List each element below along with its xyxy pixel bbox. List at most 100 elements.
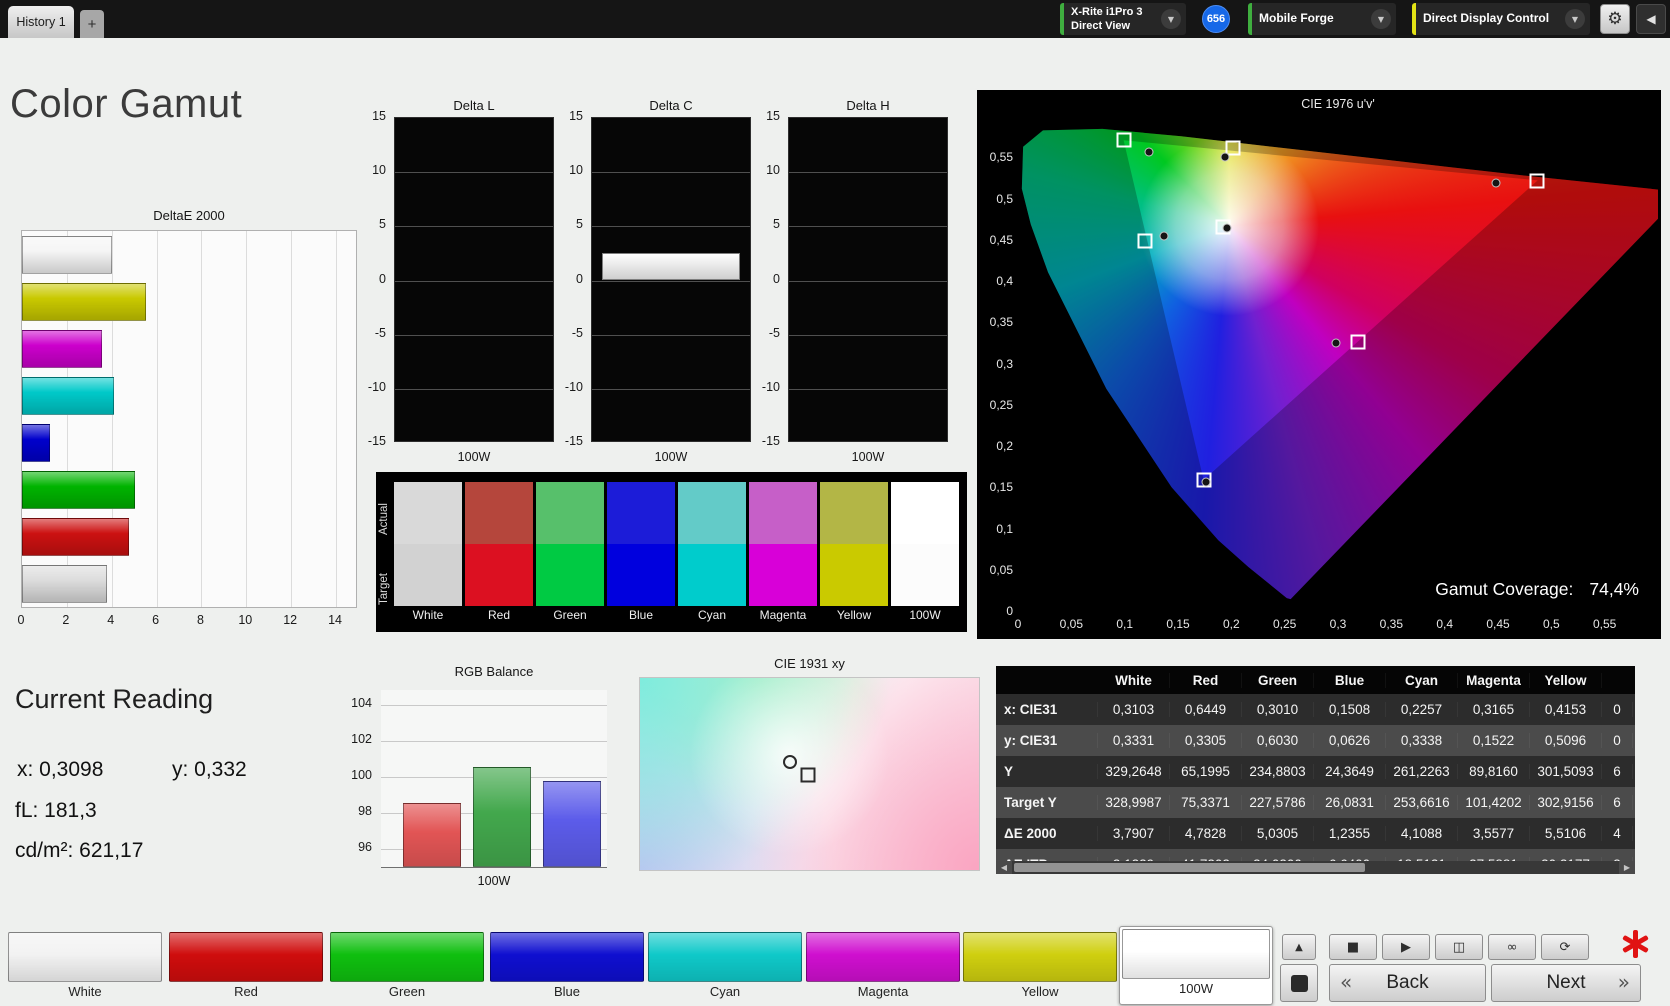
axis-tick-label: 0,55 <box>977 150 1013 164</box>
swatch-target <box>465 544 533 606</box>
swatch-target <box>394 544 462 606</box>
table-row: x: CIE310,31030,64490,30100,15080,22570,… <box>996 694 1635 725</box>
back-button[interactable]: « Back <box>1329 964 1486 1002</box>
transport-refresh-button[interactable]: ⟳ <box>1541 934 1589 960</box>
table-cell: 4,7828 <box>1170 826 1242 841</box>
delta-bar <box>602 253 740 280</box>
table-cell: 0,1522 <box>1458 733 1530 748</box>
axis-tick-label: 10 <box>746 163 780 177</box>
patch-label: Magenta <box>806 982 960 1002</box>
table-cell: 0,3305 <box>1170 733 1242 748</box>
swatch-label: White <box>394 606 462 624</box>
cie1976-plot-area <box>1018 117 1658 612</box>
swatch-column-red: Red <box>465 482 533 624</box>
transport-infinity-button[interactable]: ∞ <box>1488 934 1536 960</box>
scroll-left-icon[interactable]: ◀ <box>996 861 1012 874</box>
app-window: History 1 + X-Rite i1Pro 3 Direct View ▼… <box>0 0 1670 1006</box>
axis-tick-label: 0,05 <box>1051 617 1091 631</box>
patch-label: Red <box>169 982 323 1002</box>
scrollbar-thumb[interactable] <box>1014 863 1365 872</box>
patch-swatch <box>169 932 323 982</box>
gridline <box>395 335 553 336</box>
swatch-target <box>607 544 675 606</box>
table-row-label: Target Y <box>996 795 1098 810</box>
delta-h-x-label: 100W <box>788 450 948 464</box>
patch-label: Cyan <box>648 982 802 1002</box>
play-icon: ▶ <box>1401 940 1411 955</box>
tab-history[interactable]: History 1 <box>8 6 74 38</box>
axis-tick-label: 0 <box>6 613 36 627</box>
refresh-icon: ⟳ <box>1560 940 1571 955</box>
cie-target-green <box>1116 133 1131 148</box>
scroll-up-button[interactable]: ▲ <box>1282 934 1316 960</box>
patch-button-red[interactable]: Red <box>169 932 323 1004</box>
table-cell: 0 <box>1602 733 1633 748</box>
patch-button-yellow[interactable]: Yellow <box>963 932 1117 1004</box>
table-row: ΔE 20003,79074,78285,03051,23554,10883,5… <box>996 818 1635 849</box>
axis-tick-label: -5 <box>352 326 386 340</box>
table-cell: 24,3649 <box>1314 764 1386 779</box>
meter-dropdown[interactable]: X-Rite i1Pro 3 Direct View ▼ <box>1060 3 1186 35</box>
axis-tick-label: 0,2 <box>977 439 1013 453</box>
meter-count-badge[interactable]: 656 <box>1202 5 1230 33</box>
next-button[interactable]: Next » <box>1491 964 1641 1002</box>
axis-tick-label: 4 <box>96 613 126 627</box>
swatch-column-yellow: Yellow <box>820 482 888 624</box>
transport-stop-button[interactable]: ■ <box>1329 934 1377 960</box>
display-control-dropdown[interactable]: Direct Display Control ▼ <box>1412 3 1590 35</box>
table-cell: 0,4153 <box>1530 702 1602 717</box>
table-cell: 5,0305 <box>1242 826 1314 841</box>
deltae-bar-green <box>22 471 135 509</box>
transport-play-button[interactable]: ▶ <box>1382 934 1430 960</box>
cie-target-magenta <box>1351 335 1366 350</box>
rgb-bar-green <box>473 767 531 867</box>
gear-icon: ⚙ <box>1607 9 1622 29</box>
add-tab-button[interactable]: + <box>80 10 104 38</box>
meter-dropdown-label: X-Rite i1Pro 3 Direct View <box>1064 5 1161 34</box>
swatch-label: Red <box>465 606 533 624</box>
patch-button-100w[interactable]: 100W <box>1119 926 1273 1005</box>
cie-measured-red <box>1491 179 1500 188</box>
patch-swatch <box>963 932 1117 982</box>
axis-tick-label: 0,25 <box>977 398 1013 412</box>
display-control-label: Direct Display Control <box>1416 11 1565 27</box>
source-dropdown[interactable]: Mobile Forge ▼ <box>1248 3 1396 35</box>
axis-tick-label: -10 <box>746 380 780 394</box>
swatch-label: Magenta <box>749 606 817 624</box>
pattern-window-button[interactable] <box>1280 964 1318 1002</box>
cie1931-chart <box>639 677 980 871</box>
table-horizontal-scrollbar[interactable]: ◀ ▶ <box>996 861 1635 874</box>
patch-button-blue[interactable]: Blue <box>490 932 644 1004</box>
cie1931-measured-marker <box>783 755 797 769</box>
patch-button-white[interactable]: White <box>8 932 162 1004</box>
axis-tick-label: 0,5 <box>1531 617 1571 631</box>
table-cell: 329,2648 <box>1098 764 1170 779</box>
rgb-balance-y-axis: 1041021009896 <box>332 690 374 868</box>
transport-window-button[interactable]: ◫ <box>1435 934 1483 960</box>
collapse-panel-button[interactable]: ◀ <box>1636 4 1666 34</box>
delta-l-x-label: 100W <box>394 450 554 464</box>
patch-button-magenta[interactable]: Magenta <box>806 932 960 1004</box>
deltae-bar-magenta <box>22 330 102 368</box>
table-header-cell: Magenta <box>1458 673 1530 688</box>
table-header-cell: Yellow <box>1530 673 1602 688</box>
scroll-right-icon[interactable]: ▶ <box>1619 861 1635 874</box>
alert-asterisk[interactable] <box>1620 929 1650 959</box>
swatch-actual <box>465 482 533 544</box>
axis-tick-label: 100 <box>332 768 372 782</box>
swatch-actual <box>678 482 746 544</box>
axis-tick-label: 2 <box>51 613 81 627</box>
patch-button-cyan[interactable]: Cyan <box>648 932 802 1004</box>
table-cell: 3,5577 <box>1458 826 1530 841</box>
gamut-coverage-value: 74,4% <box>1589 579 1639 600</box>
rgb-balance-chart <box>381 690 607 868</box>
settings-button[interactable]: ⚙ <box>1600 4 1630 34</box>
axis-tick-label: 0,45 <box>1478 617 1518 631</box>
rgb-bar-blue <box>543 781 601 867</box>
table-cell: 6 <box>1602 795 1633 810</box>
gridline <box>592 226 750 227</box>
axis-tick-label: 0,35 <box>977 315 1013 329</box>
patch-swatch <box>1122 929 1270 979</box>
patch-button-green[interactable]: Green <box>330 932 484 1004</box>
table-cell: 1,2355 <box>1314 826 1386 841</box>
